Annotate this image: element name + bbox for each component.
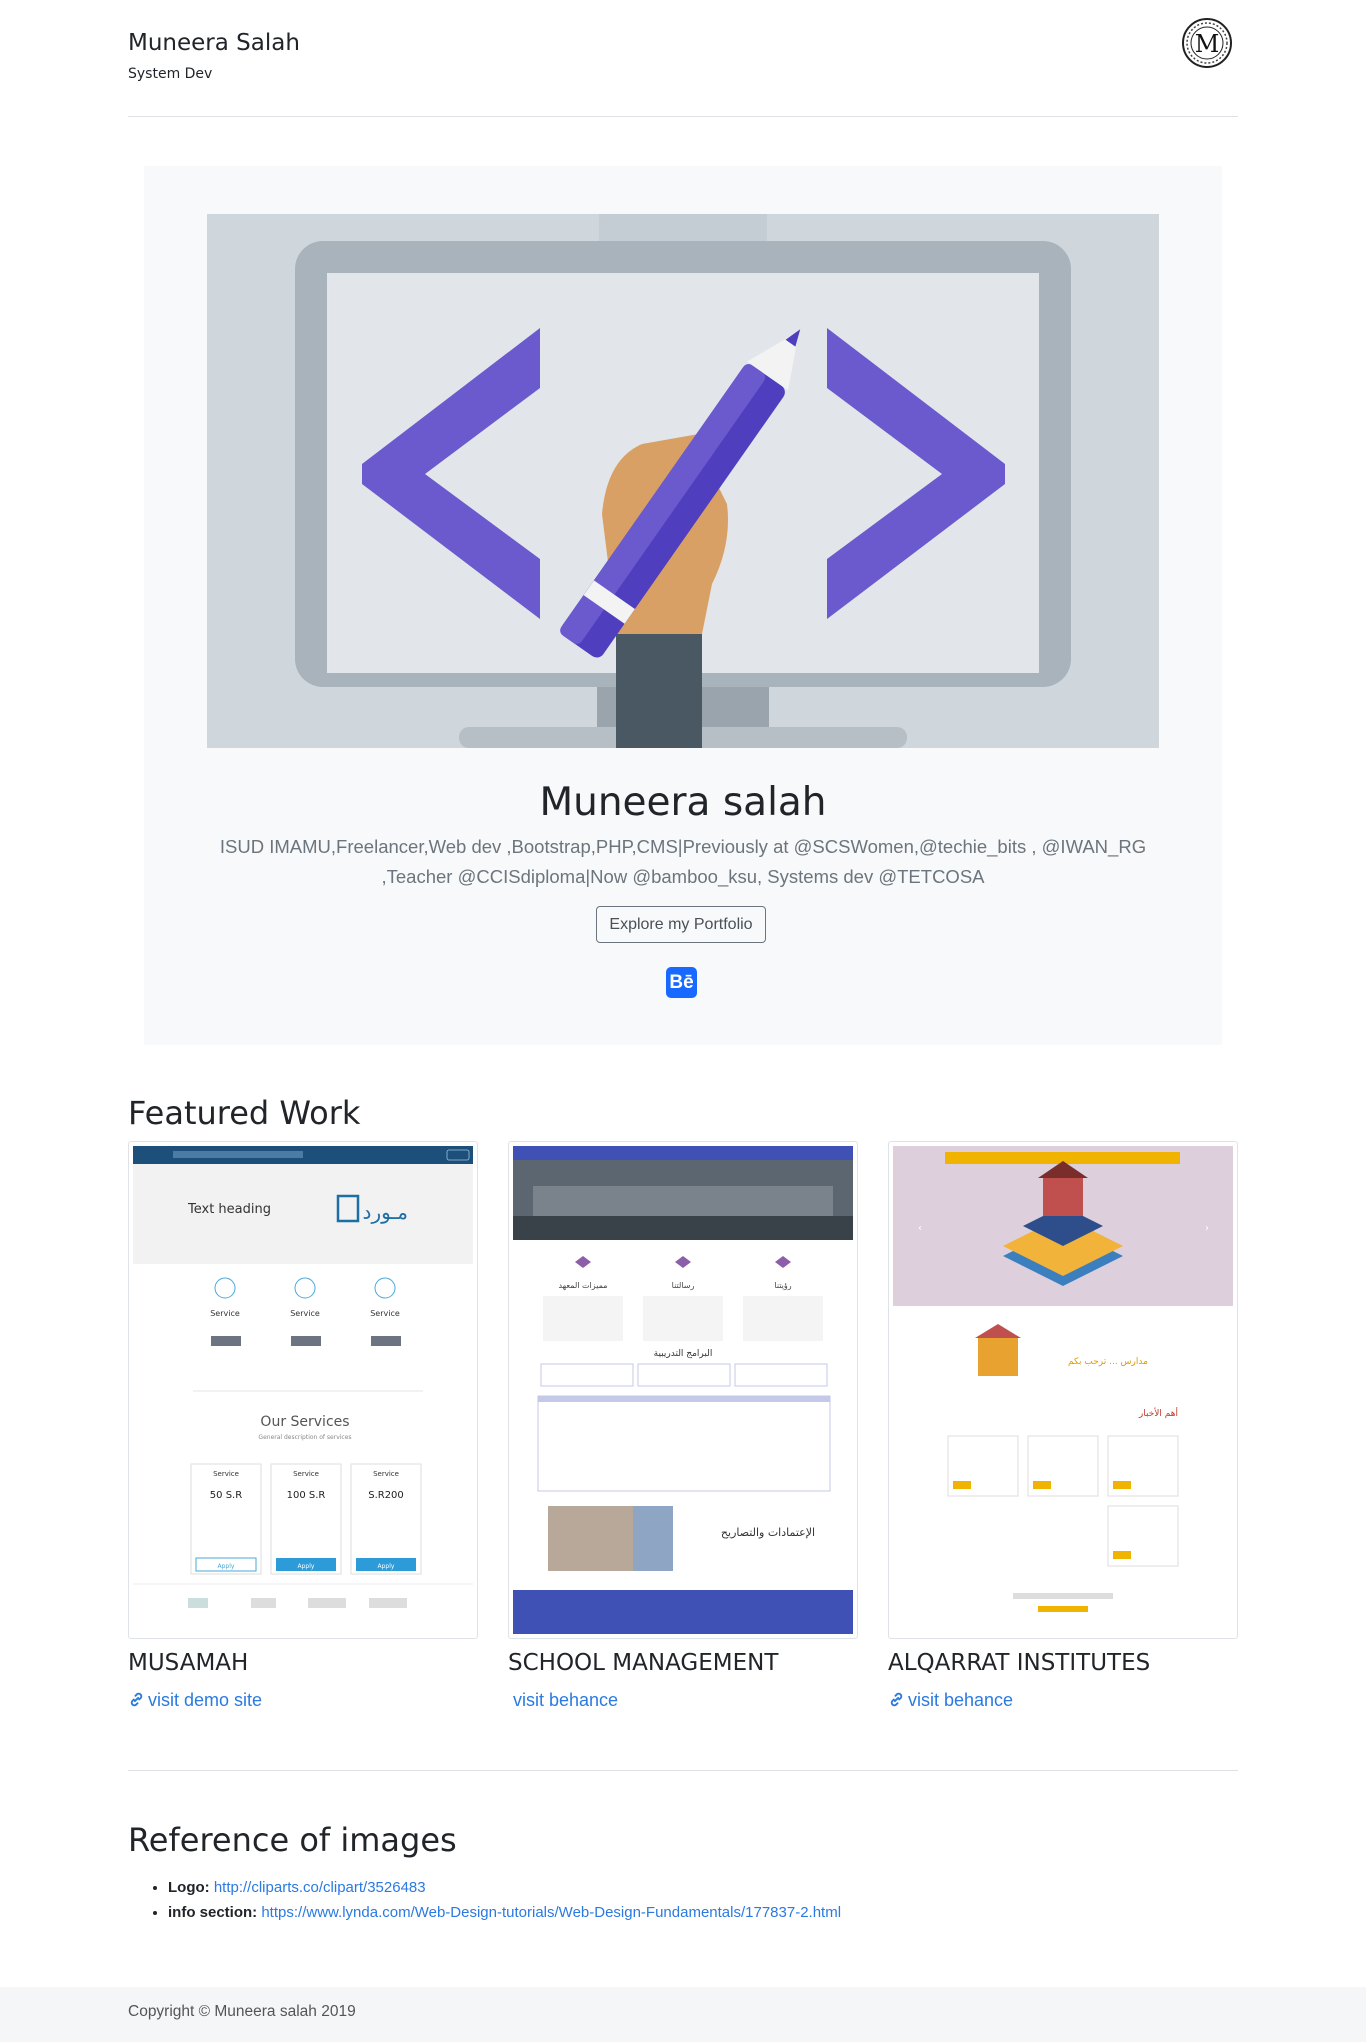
alqarrat-screenshot: ‹ › مدارس ... ترحب بكم أهم الأخبار	[893, 1146, 1233, 1634]
link-icon	[130, 1692, 143, 1707]
reference-label: Logo:	[168, 1879, 210, 1896]
svg-text:‹: ‹	[918, 1223, 922, 1234]
hero-title: Muneera salah	[539, 780, 827, 825]
svg-text:Service: Service	[213, 1470, 239, 1478]
svg-text:50 S.R: 50 S.R	[210, 1490, 242, 1501]
svg-text:Apply: Apply	[378, 1563, 395, 1570]
svg-text:Service: Service	[370, 1309, 400, 1318]
svg-text:›: ›	[1205, 1223, 1209, 1234]
svg-text:Service: Service	[210, 1309, 240, 1318]
svg-text:رؤيتنا: رؤيتنا	[774, 1281, 791, 1290]
behance-icon[interactable]: Bē	[666, 967, 697, 998]
link-icon	[890, 1692, 903, 1707]
reference-item: info section: https://www.lynda.com/Web-…	[168, 1900, 841, 1925]
visit-behance-label: visit behance	[513, 1690, 619, 1710]
section-divider	[128, 1770, 1238, 1771]
site-footer: Copyright © Muneera salah 2019	[0, 1987, 1366, 2042]
reference-label: info section:	[168, 1904, 258, 1921]
brand-role: System Dev	[128, 66, 213, 82]
project-card-musamah[interactable]: Text heading مـورد Service Service Servi…	[128, 1141, 478, 1639]
svg-text:Apply: Apply	[218, 1563, 235, 1570]
reference-link[interactable]: http://cliparts.co/clipart/3526483	[214, 1879, 426, 1896]
svg-text:أهم الأخبار: أهم الأخبار	[1138, 1407, 1178, 1419]
svg-text:رسالتنا: رسالتنا	[672, 1281, 695, 1290]
svg-text:Apply: Apply	[298, 1563, 315, 1570]
project-title-alqarrat-institutes: ALQARRAT INSTITUTES	[888, 1650, 1151, 1676]
references-list: Logo: http://cliparts.co/clipart/3526483…	[168, 1875, 841, 1925]
svg-text:مميزات المعهد: مميزات المعهد	[558, 1281, 607, 1290]
project-card-alqarrat-institutes[interactable]: ‹ › مدارس ... ترحب بكم أهم الأخبار	[888, 1141, 1238, 1639]
svg-text:Service: Service	[373, 1470, 399, 1478]
svg-text:Our Services: Our Services	[260, 1414, 349, 1430]
visit-behance-link-alqarrat[interactable]: visit behance	[888, 1690, 1013, 1711]
hero-section: Muneera salah ISUD IMAMU,Freelancer,Web …	[144, 166, 1222, 1045]
svg-text:Service: Service	[293, 1470, 319, 1478]
hero-lead: ISUD IMAMU,Freelancer,Web dev ,Bootstrap…	[219, 836, 1147, 887]
brand-name[interactable]: Muneera Salah	[128, 30, 300, 56]
project-card-school-management[interactable]: مميزات المعهد رسالتنا رؤيتنا البرامج الت…	[508, 1141, 858, 1639]
references-title: Reference of images	[128, 1821, 457, 1859]
svg-text:البرامج التدريبية: البرامج التدريبية	[654, 1349, 713, 1359]
project-title-school-management: SCHOOL MANAGEMENT	[508, 1650, 779, 1676]
site-header: Muneera Salah System Dev M	[128, 0, 1238, 117]
visit-behance-label: visit behance	[908, 1690, 1014, 1710]
explore-portfolio-button[interactable]: Explore my Portfolio	[596, 906, 766, 943]
visit-demo-site-link[interactable]: visit demo site	[128, 1690, 262, 1711]
svg-text:S.R200: S.R200	[368, 1490, 404, 1501]
featured-work-title: Featured Work	[128, 1094, 361, 1132]
reference-link[interactable]: https://www.lynda.com/Web-Design-tutoria…	[261, 1904, 841, 1921]
svg-text:مـورد: مـورد	[363, 1200, 408, 1224]
visit-demo-site-label: visit demo site	[148, 1690, 263, 1710]
svg-text:الإعتمادات والتصاريح: الإعتمادات والتصاريح	[721, 1526, 815, 1539]
svg-text:M: M	[1195, 30, 1220, 58]
svg-text:General description of service: General description of services	[258, 1434, 351, 1441]
code-monitor-illustration	[207, 214, 1159, 748]
reference-item: Logo: http://cliparts.co/clipart/3526483	[168, 1875, 841, 1900]
svg-text:مدارس ... ترحب بكم: مدارس ... ترحب بكم	[1068, 1357, 1148, 1367]
monogram-logo-icon[interactable]: M	[1181, 17, 1233, 69]
project-title-musamah: MUSAMAH	[128, 1650, 249, 1676]
svg-text:100 S.R: 100 S.R	[287, 1490, 326, 1501]
musamah-screenshot: Text heading مـورد Service Service Servi…	[133, 1146, 473, 1634]
school-management-screenshot: مميزات المعهد رسالتنا رؤيتنا البرامج الت…	[513, 1146, 853, 1634]
copyright-text: Copyright © Muneera salah 2019	[128, 2003, 356, 2020]
visit-behance-link-school[interactable]: visit behance	[513, 1690, 618, 1711]
svg-text:Service: Service	[290, 1309, 320, 1318]
svg-text:Text heading: Text heading	[187, 1202, 271, 1217]
